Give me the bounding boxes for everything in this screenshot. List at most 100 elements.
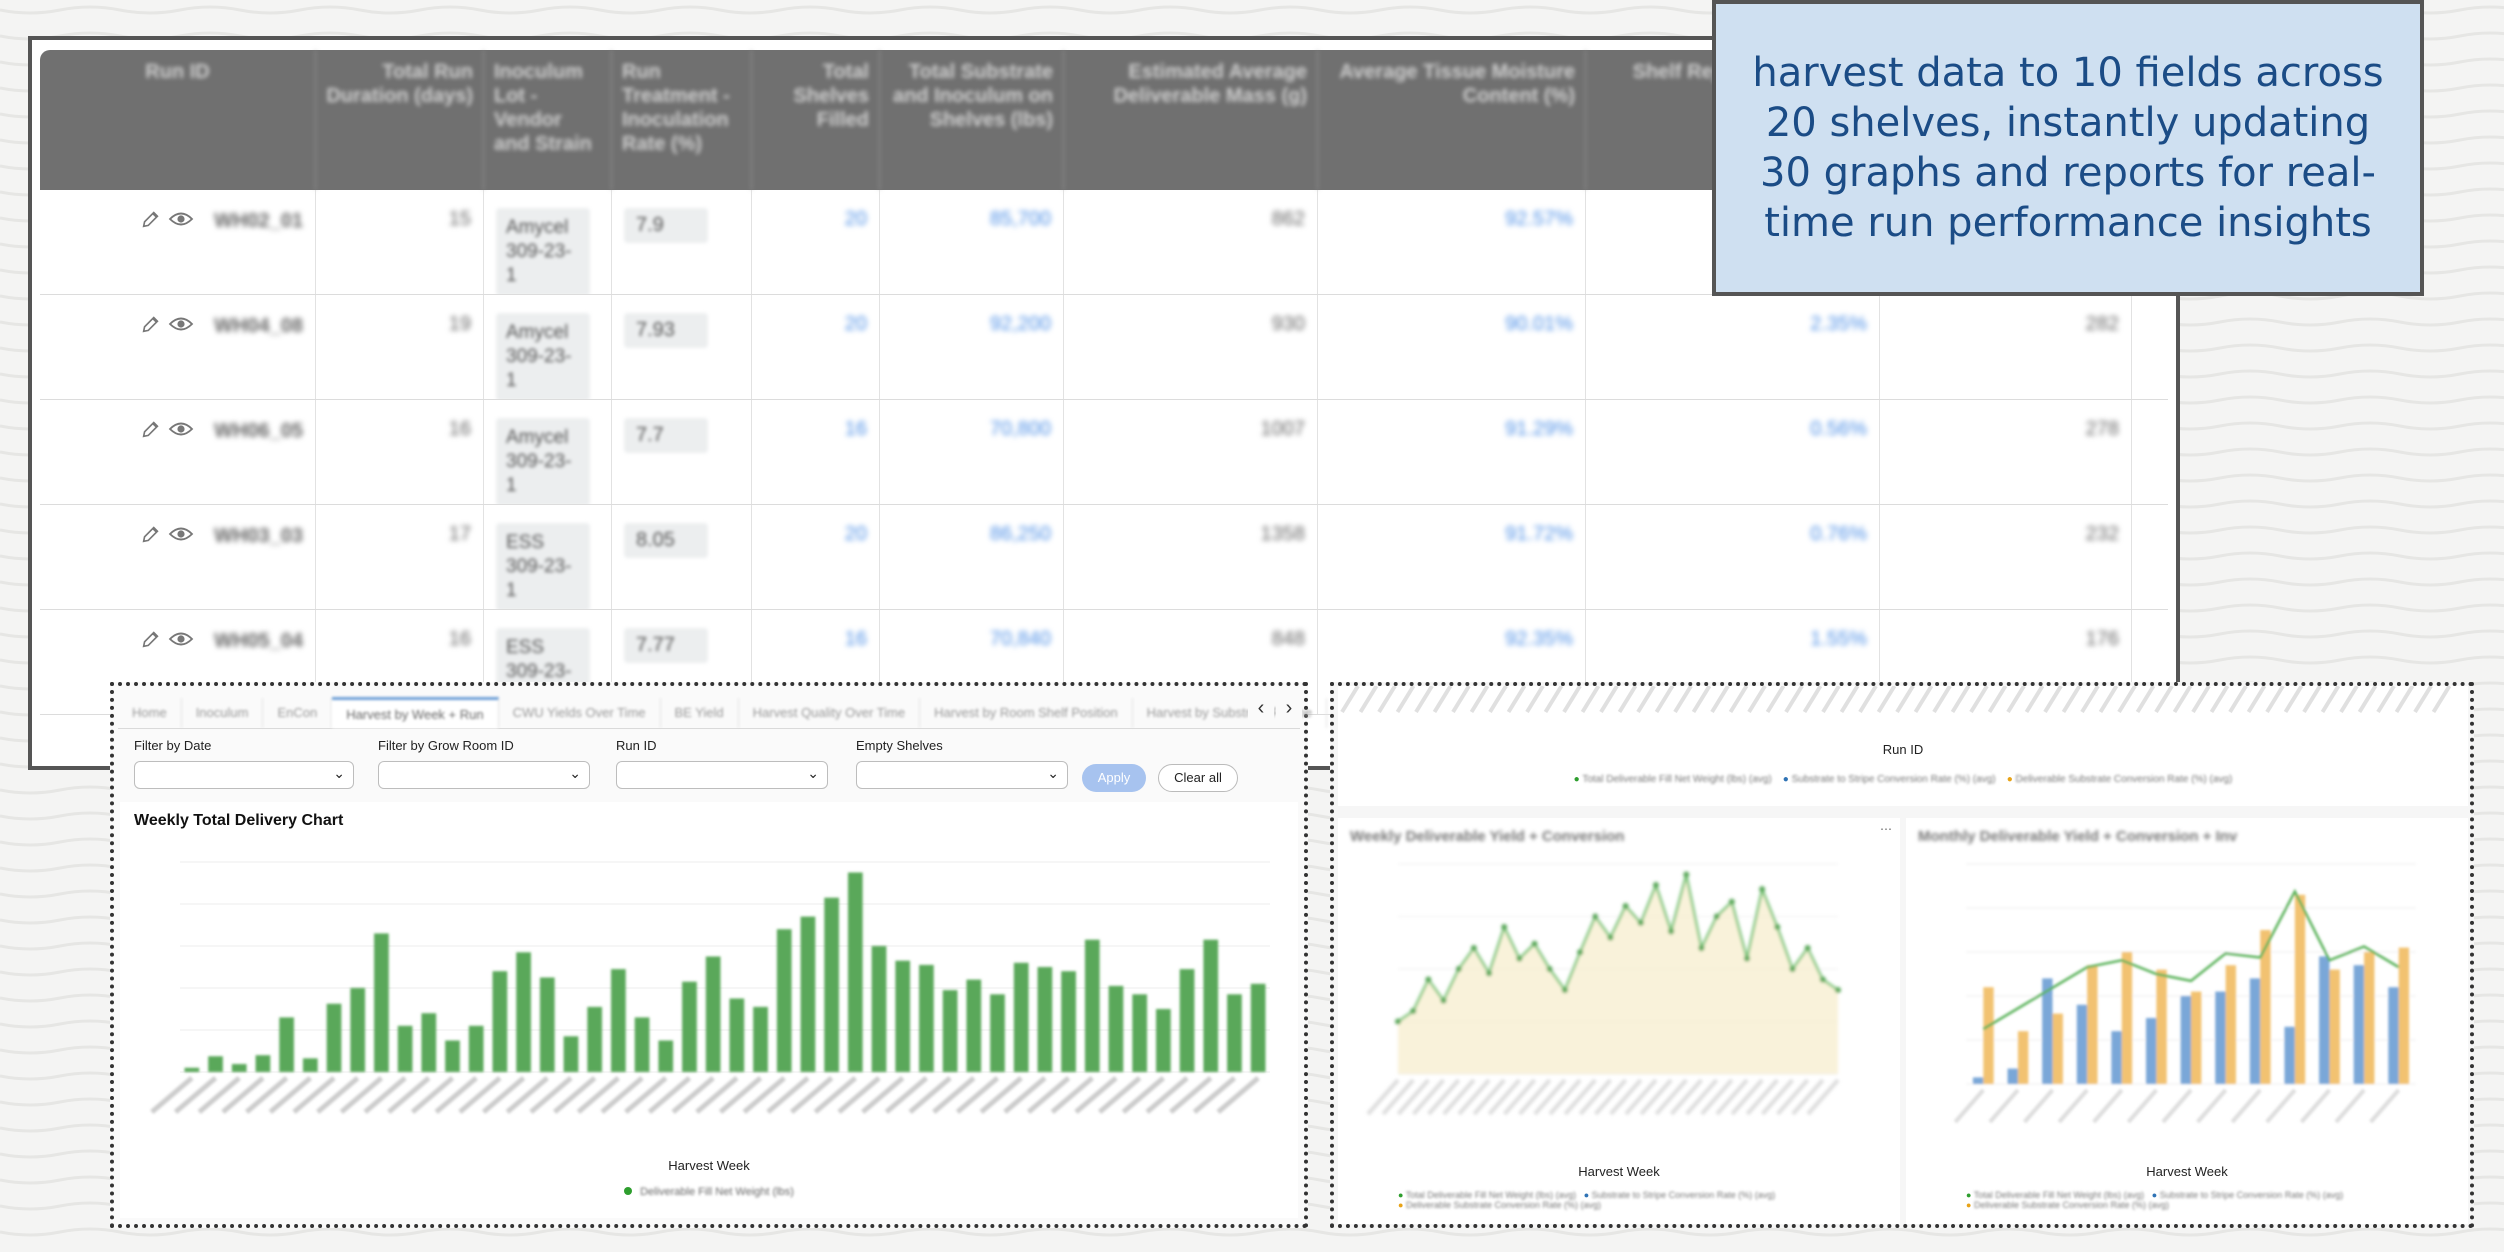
data-point[interactable] [1516,955,1523,962]
col-moisture-content[interactable]: Average Tissue Moisture Content (%) [1318,50,1586,190]
bar[interactable] [824,897,839,1072]
bar-series-b[interactable] [2225,965,2236,1084]
filter-grow-room-select[interactable]: ⌄ [378,761,590,789]
bar-series-a[interactable] [2319,956,2330,1084]
pencil-icon[interactable] [140,523,162,551]
bar[interactable] [231,1064,247,1072]
cell-shelves[interactable]: 20 [845,313,867,336]
bar-series-a[interactable] [2353,965,2365,1084]
data-point[interactable] [1819,976,1826,983]
pencil-icon[interactable] [140,418,162,446]
bar[interactable] [990,994,1005,1072]
data-point[interactable] [1410,1008,1417,1014]
bar-series-a[interactable] [2111,1031,2122,1084]
bar-series-b[interactable] [2364,952,2375,1084]
data-point[interactable] [1561,987,1568,993]
tab-harvest-by-week-run[interactable]: Harvest by Week + Run [332,697,499,728]
tab-be-yield[interactable]: BE Yield [661,698,739,728]
bar[interactable] [611,969,626,1072]
bar-series-a[interactable] [1972,1077,1984,1084]
data-point[interactable] [1668,928,1675,935]
data-point[interactable] [1774,924,1781,930]
bar[interactable] [1037,967,1053,1072]
bar[interactable] [1227,994,1242,1072]
cell-substrate[interactable]: 70,840 [990,628,1051,651]
data-point[interactable] [1789,966,1796,972]
more-options-icon[interactable]: ⋯ [1880,822,1892,836]
pencil-icon[interactable] [140,208,162,236]
bar-series-a[interactable] [2146,1018,2157,1084]
chevron-right-icon[interactable]: › [1276,694,1302,722]
bar[interactable] [1084,939,1100,1072]
data-point[interactable] [1486,970,1493,977]
bar[interactable] [374,933,389,1072]
cell-substrate[interactable]: 92,200 [990,313,1051,336]
bar-series-b[interactable] [2087,965,2098,1084]
tab-home[interactable]: Home [118,698,182,728]
cell-rejection[interactable]: 1.55% [1810,628,1867,651]
filter-run-id-select[interactable]: ⌄ [616,761,828,789]
data-point[interactable] [1425,976,1432,983]
bar-series-b[interactable] [2191,991,2202,1084]
bar[interactable] [634,1017,650,1072]
data-point[interactable] [1835,987,1841,993]
bar[interactable] [516,952,531,1072]
tab-cwu-yields-over-time[interactable]: CWU Yields Over Time [499,698,661,728]
data-point[interactable] [1759,886,1766,893]
bar[interactable] [1013,962,1029,1072]
bar[interactable] [255,1055,271,1072]
bar[interactable] [1179,969,1195,1072]
cell-moisture[interactable]: 91.72% [1505,523,1573,546]
bar[interactable] [729,998,745,1073]
bar[interactable] [468,1025,484,1072]
filter-date-select[interactable]: ⌄ [134,761,354,789]
data-point[interactable] [1577,949,1584,956]
tab-harvest-by-room-shelf-position[interactable]: Harvest by Room Shelf Position [920,698,1133,728]
bar[interactable] [302,1058,318,1072]
bar-series-b[interactable] [2017,1031,2029,1084]
data-point[interactable] [1455,966,1462,972]
tab-harvest-quality-over-time[interactable]: Harvest Quality Over Time [739,698,921,728]
bar[interactable] [326,1003,342,1072]
bar[interactable] [587,1006,603,1072]
cell-rejection[interactable]: 0.56% [1810,418,1867,441]
bar[interactable] [445,1040,460,1073]
bar[interactable] [800,916,816,1072]
bar-series-a[interactable] [2215,991,2226,1084]
cell-shelves[interactable]: 16 [845,628,867,651]
data-point[interactable] [1470,945,1477,951]
bar-series-b[interactable] [2294,894,2306,1084]
bar[interactable] [682,981,697,1072]
data-point[interactable] [1743,955,1750,962]
bar-series-a[interactable] [2180,996,2191,1084]
bar[interactable] [184,1067,200,1072]
bar[interactable] [1132,994,1148,1072]
bar[interactable] [492,971,508,1072]
cell-shelves[interactable]: 20 [845,208,867,231]
bar[interactable] [871,946,887,1072]
bar[interactable] [421,1013,437,1072]
data-point[interactable] [1501,924,1508,930]
data-point[interactable] [1546,966,1553,972]
bar[interactable] [966,979,982,1072]
data-point[interactable] [1804,945,1811,951]
bar-series-a[interactable] [2076,1004,2088,1084]
data-point[interactable] [1713,913,1720,920]
bar-series-b[interactable] [2121,952,2133,1084]
bar[interactable] [776,929,792,1072]
chevron-left-icon[interactable]: ‹ [1248,694,1274,722]
data-point[interactable] [1607,934,1614,941]
cell-substrate[interactable]: 86,250 [990,523,1051,546]
data-point[interactable] [1728,898,1735,905]
data-point[interactable] [1698,945,1705,951]
eye-icon[interactable] [168,208,194,236]
col-run-treatment[interactable]: Run Treatment - Inoculation Rate (%) [612,50,752,190]
cell-moisture[interactable]: 91.29% [1505,418,1573,441]
data-point[interactable] [1440,997,1447,1004]
data-point[interactable] [1637,919,1644,926]
bar[interactable] [658,1040,674,1073]
col-total-shelves[interactable]: Total Shelves Filled [752,50,880,190]
bar[interactable] [350,988,366,1072]
clear-all-button[interactable]: Clear all [1158,764,1238,792]
pencil-icon[interactable] [140,313,162,341]
